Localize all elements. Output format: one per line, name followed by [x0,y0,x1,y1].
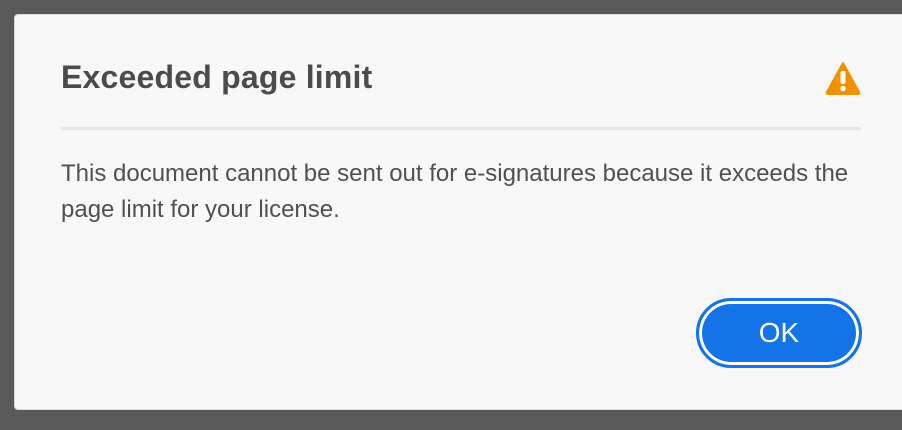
alert-dialog: Exceeded page limit This document cannot… [14,14,902,410]
title-divider [61,127,861,130]
dialog-message: This document cannot be sent out for e-s… [61,160,849,223]
ok-button[interactable]: OK [696,298,862,368]
dialog-title: Exceeded page limit [61,59,373,95]
warning-icon [825,62,861,95]
